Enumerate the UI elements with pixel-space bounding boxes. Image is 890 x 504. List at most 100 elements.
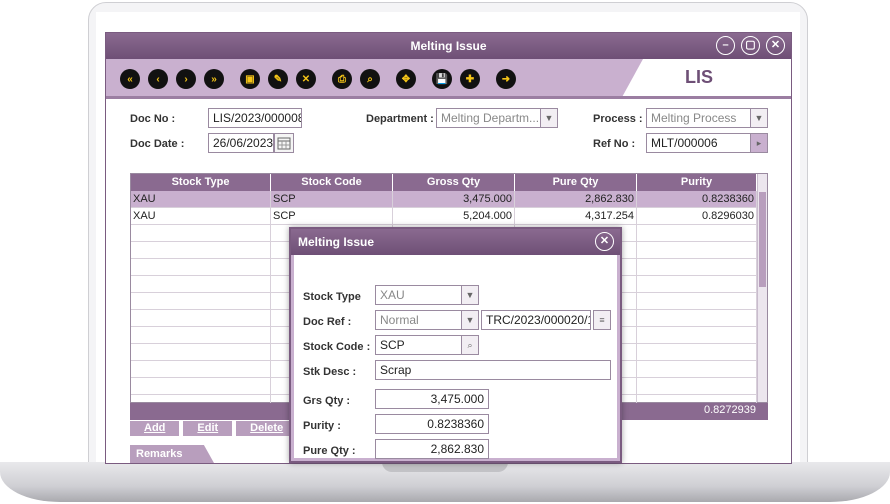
grid-cell-empty <box>637 276 757 292</box>
grid-cell-empty <box>637 327 757 343</box>
stock-type-dropdown-icon[interactable]: ▼ <box>461 285 479 305</box>
remarks-tab[interactable]: Remarks <box>130 445 214 463</box>
grid-cell-empty <box>131 378 271 394</box>
purity-label: Purity : <box>303 420 341 432</box>
grid-cell-empty <box>131 310 271 326</box>
edit-icon[interactable]: ✎ <box>268 69 288 89</box>
ref-no-field[interactable]: MLT/000006 <box>646 133 752 153</box>
cell-gross-qty: 3,475.000 <box>393 191 515 207</box>
department-select[interactable]: Melting Departm... <box>436 108 542 128</box>
grid-header: Stock Type Stock Code Gross Qty Pure Qty… <box>131 174 767 191</box>
grid-cell-empty <box>131 276 271 292</box>
grid-cell-empty <box>637 310 757 326</box>
doc-no-field[interactable]: LIS/2023/000008 <box>208 108 302 128</box>
grid-buttons: Add Edit Delete <box>130 421 298 436</box>
grid-cell-empty <box>131 242 271 258</box>
refresh-icon[interactable]: ✚ <box>460 69 480 89</box>
window-title: Melting Issue <box>410 39 487 53</box>
col-stock-code[interactable]: Stock Code <box>271 174 393 191</box>
stock-type-select[interactable]: XAU <box>375 285 463 305</box>
close-icon[interactable]: ✕ <box>766 36 785 55</box>
stk-desc-label: Stk Desc : <box>303 366 357 378</box>
doc-ref-dropdown-icon[interactable]: ▼ <box>461 310 479 330</box>
total-purity: 0.8272939 <box>704 404 756 416</box>
delete-icon[interactable]: ✕ <box>296 69 316 89</box>
table-row[interactable]: XAU SCP 5,204.000 4,317.254 0.8296030 <box>131 208 767 225</box>
grid-cell-empty <box>131 344 271 360</box>
minimize-icon[interactable]: – <box>716 36 735 55</box>
dialog-body: Stock Type XAU ▼ Doc Ref : Normal ▼ TRC/… <box>291 255 620 461</box>
toolbar-row: « ‹ › » ▣ ✎ ✕ ⎙ ⌕ ✥ 💾 ✚ ➜ LIS <box>106 59 791 99</box>
print-icon[interactable]: ⎙ <box>332 69 352 89</box>
grid-cell-empty <box>637 225 757 241</box>
doc-code: LIS <box>684 67 713 87</box>
melting-issue-dialog: Melting Issue ✕ Stock Type XAU ▼ Doc Ref… <box>289 227 622 463</box>
ref-no-lookup-icon[interactable]: ▸ <box>750 133 768 153</box>
stk-desc-field[interactable]: Scrap <box>375 360 611 380</box>
stock-code-search-icon[interactable]: ⌕ <box>461 335 479 355</box>
cell-stock-type: XAU <box>131 191 271 207</box>
dialog-close-icon[interactable]: ✕ <box>595 232 614 251</box>
purity-field[interactable]: 0.8238360 <box>375 414 489 434</box>
process-label: Process : <box>593 113 643 125</box>
dialog-title-bar: Melting Issue ✕ <box>291 229 620 255</box>
cell-purity: 0.8238360 <box>637 191 757 207</box>
grid-cell-empty <box>131 259 271 275</box>
toolbar-slant <box>621 59 643 99</box>
add-button[interactable]: Add <box>130 421 180 436</box>
grs-qty-field[interactable]: 3,475.000 <box>375 389 489 409</box>
edit-button[interactable]: Edit <box>183 421 233 436</box>
scrollbar-thumb[interactable] <box>759 192 766 287</box>
cell-stock-code: SCP <box>271 191 393 207</box>
doc-date-field[interactable]: 26/06/2023 <box>208 133 274 153</box>
doc-ref-label: Doc Ref : <box>303 316 352 328</box>
col-gross-qty[interactable]: Gross Qty <box>393 174 515 191</box>
stock-code-label: Stock Code : <box>303 341 371 353</box>
process-select[interactable]: Melting Process <box>646 108 752 128</box>
cell-pure-qty: 2,862.830 <box>515 191 637 207</box>
grid-cell-empty <box>131 327 271 343</box>
table-row[interactable]: XAU SCP 3,475.000 2,862.830 0.8238360 <box>131 191 767 208</box>
col-pure-qty[interactable]: Pure Qty <box>515 174 637 191</box>
stock-code-field[interactable]: SCP <box>375 335 463 355</box>
grid-cell-empty <box>131 225 271 241</box>
grid-scrollbar[interactable] <box>757 174 767 402</box>
maximize-icon[interactable]: ▢ <box>741 36 760 55</box>
process-dropdown-icon[interactable]: ▼ <box>750 108 768 128</box>
first-icon[interactable]: « <box>120 69 140 89</box>
col-purity[interactable]: Purity <box>637 174 757 191</box>
calendar-icon[interactable] <box>274 133 294 153</box>
doc-no-label: Doc No : <box>130 113 176 125</box>
settings-icon[interactable]: ✥ <box>396 69 416 89</box>
grid-cell-empty <box>131 361 271 377</box>
stock-type-label: Stock Type <box>303 291 361 303</box>
doc-ref-select[interactable]: Normal <box>375 310 463 330</box>
window-controls: – ▢ ✕ <box>716 36 785 55</box>
grid-cell-empty <box>637 361 757 377</box>
search-icon[interactable]: ⌕ <box>360 69 380 89</box>
new-icon[interactable]: ▣ <box>240 69 260 89</box>
grs-qty-label: Grs Qty : <box>303 395 351 407</box>
doc-ref-list-icon[interactable]: ≡ <box>593 310 611 330</box>
ref-no-label: Ref No : <box>593 138 636 150</box>
cell-gross-qty: 5,204.000 <box>393 208 515 224</box>
prev-icon[interactable]: ‹ <box>148 69 168 89</box>
header-form: Doc No : LIS/2023/000008 Department : Me… <box>106 99 791 157</box>
pure-qty-label: Pure Qty : <box>303 445 356 457</box>
department-label: Department : <box>366 113 434 125</box>
department-dropdown-icon[interactable]: ▼ <box>540 108 558 128</box>
pure-qty-field[interactable]: 2,862.830 <box>375 439 489 459</box>
exit-icon[interactable]: ➜ <box>496 69 516 89</box>
doc-ref-number-field[interactable]: TRC/2023/000020/1 <box>481 310 591 330</box>
col-stock-type[interactable]: Stock Type <box>131 174 271 191</box>
save-icon[interactable]: 💾 <box>432 69 452 89</box>
grid-cell-empty <box>637 344 757 360</box>
grid-cell-empty <box>637 259 757 275</box>
last-icon[interactable]: » <box>204 69 224 89</box>
cell-stock-code: SCP <box>271 208 393 224</box>
doc-date-label: Doc Date : <box>130 138 185 150</box>
grid-cell-empty <box>637 242 757 258</box>
grid-cell-empty <box>637 293 757 309</box>
grid-cell-empty <box>637 378 757 394</box>
next-icon[interactable]: › <box>176 69 196 89</box>
